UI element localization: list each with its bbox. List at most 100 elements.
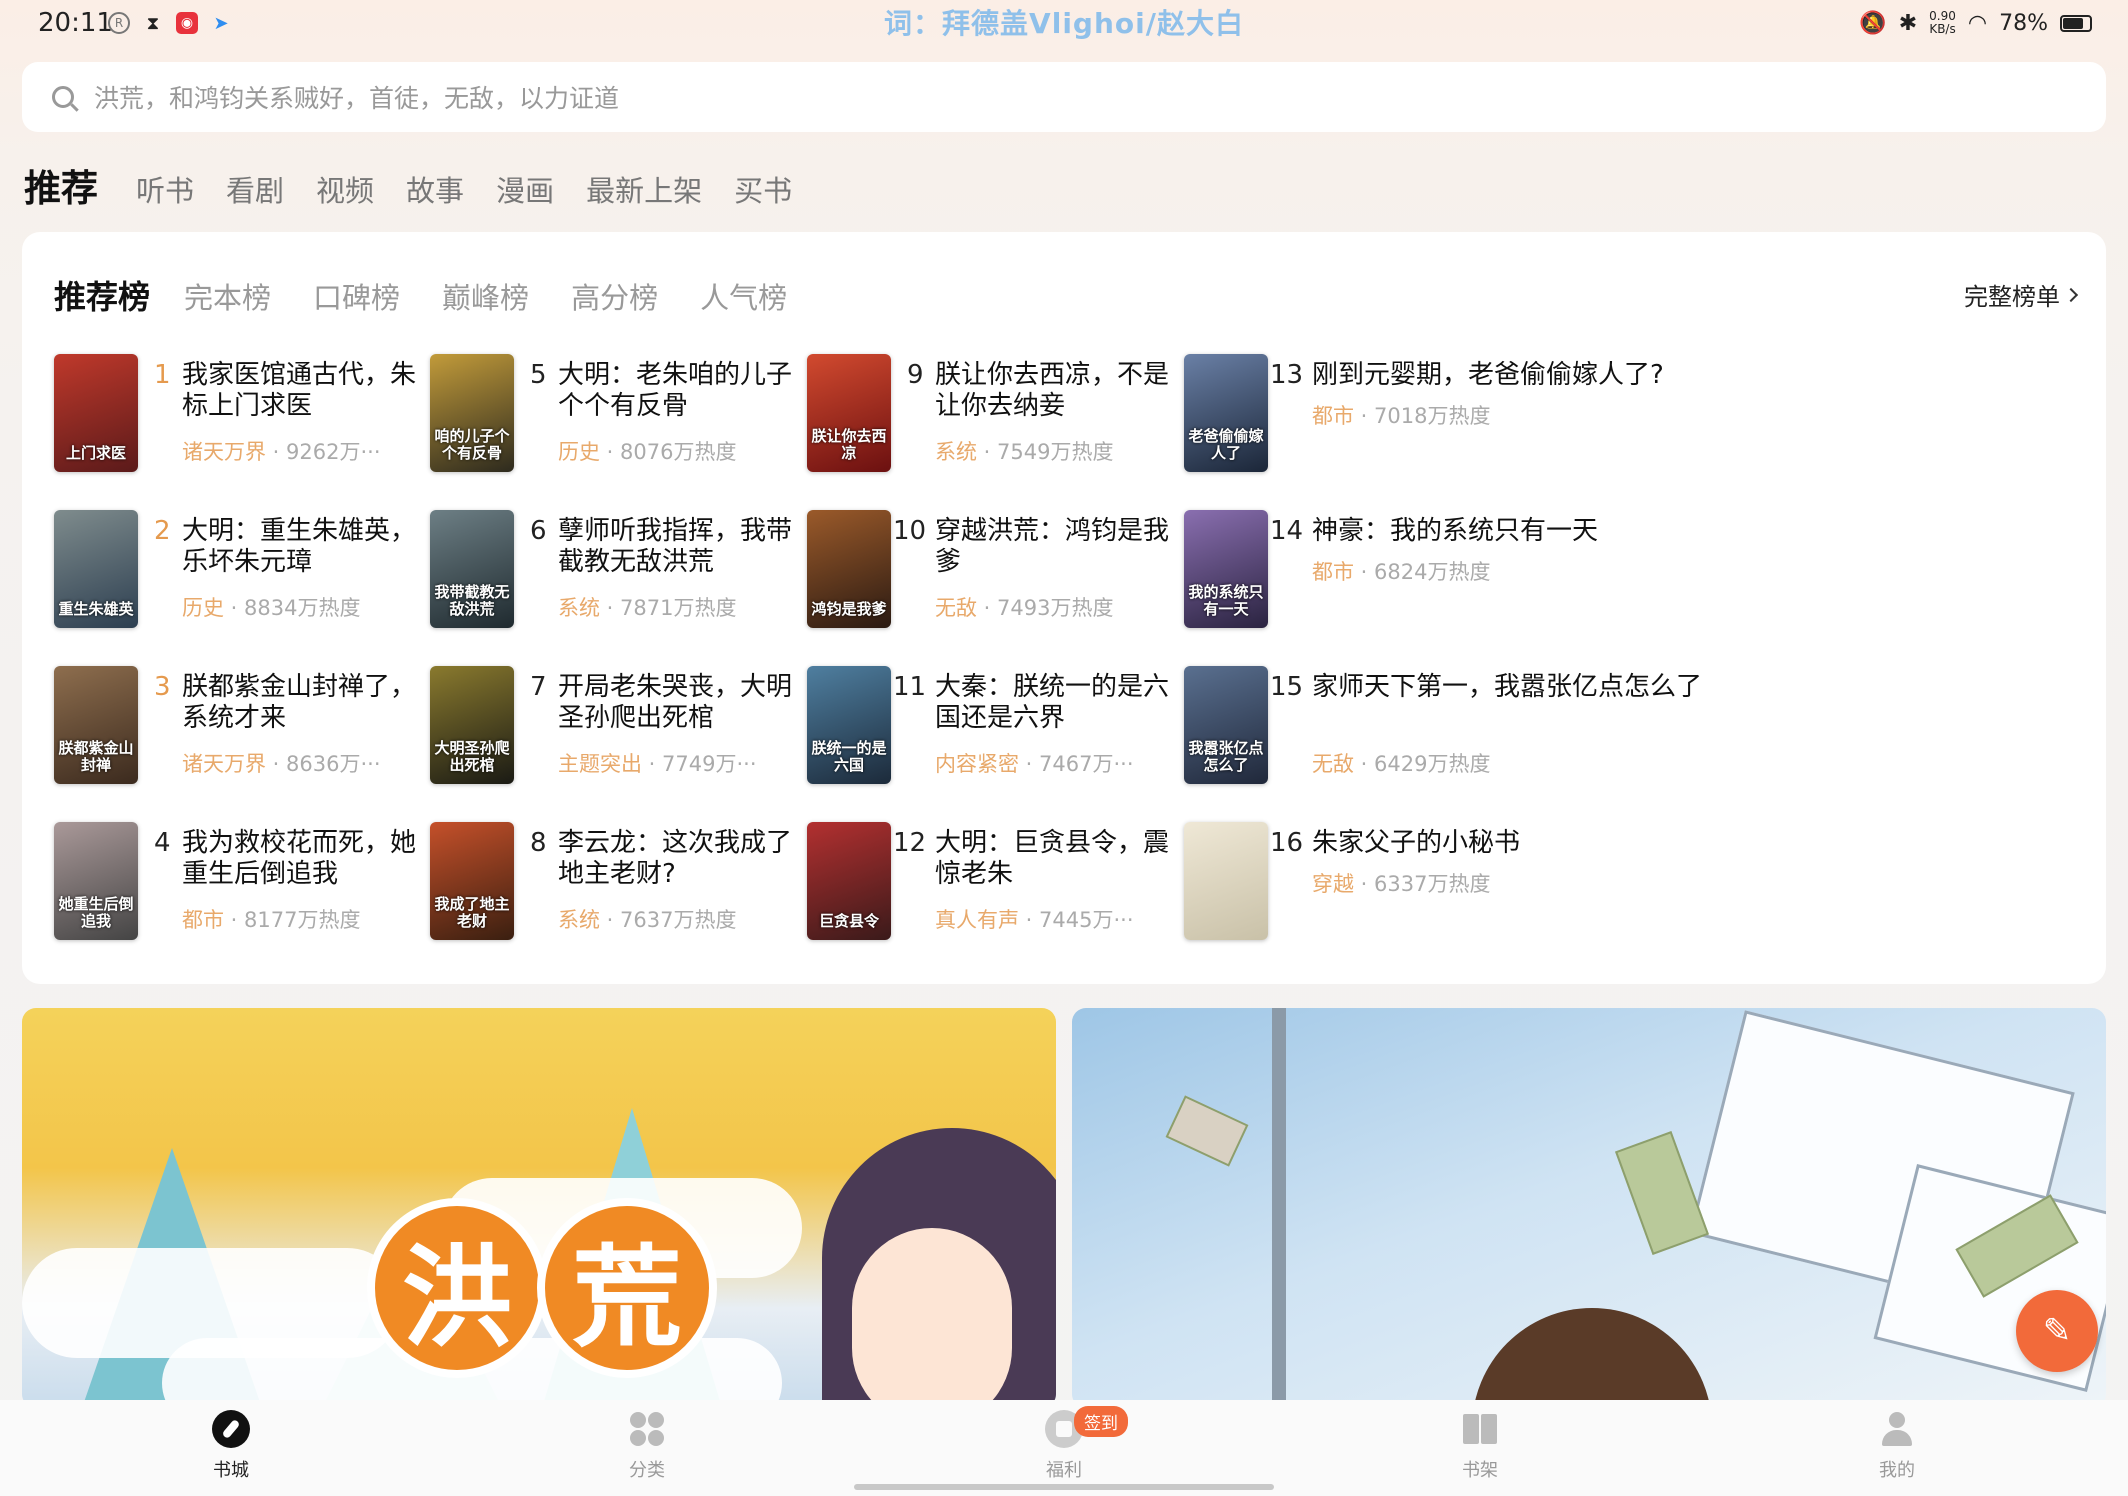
book-rank-number: 15 — [1270, 672, 1304, 702]
book-title: 朕都紫金山封禅了，系统才来 — [182, 672, 417, 733]
book-heat: · 6824万热度 — [1354, 560, 1491, 584]
book-meta: 诸天万界 · 9262万··· — [182, 436, 381, 466]
banner-city[interactable] — [1072, 1008, 2106, 1408]
book-title: 家师天下第一，我嚣张亿点怎么了 — [1312, 672, 1703, 702]
ranking-book-item[interactable]: 她重生后倒追我 4 我为救校花而死，她重生后倒追我 都市 · 8177万热度 — [54, 822, 416, 942]
book-rank-number: 11 — [893, 672, 927, 702]
tab-story[interactable]: 故事 — [406, 168, 464, 210]
ranking-book-item[interactable]: 巨贪县令 12 大明：巨贪县令，震惊老朱 真人有声 · 7445万··· — [807, 822, 1169, 942]
book-heat: · 8076万热度 — [600, 440, 737, 464]
book-tag: 都市 — [1312, 560, 1354, 584]
tab-recommend[interactable]: 推荐 — [24, 158, 98, 212]
ranking-book-item[interactable]: 我成了地主老财 8 李云龙：这次我成了地主老财? 系统 · 7637万热度 — [430, 822, 792, 942]
book-cover-title: 她重生后倒追我 — [58, 895, 134, 930]
book-tag: 都市 — [1312, 404, 1354, 428]
banner-title-char: 荒 — [537, 1198, 717, 1378]
banner-pole — [1272, 1008, 1286, 1408]
book-rank-number: 12 — [893, 828, 927, 858]
nav-profile[interactable]: 我的 — [1837, 1410, 1957, 1482]
book-cover: 重生朱雄英 — [54, 510, 138, 628]
ranking-book-item[interactable]: 朕统一的是六国 11 大秦：朕统一的是六国还是六界 内容紧密 · 7467万··· — [807, 666, 1169, 786]
book-cover-title: 重生朱雄英 — [58, 600, 134, 618]
ranking-book-item[interactable]: 我带截教无敌洪荒 6 孽师听我指挥，我带截教无敌洪荒 系统 · 7871万热度 — [430, 510, 792, 630]
ranking-book-item[interactable]: 朕让你去西凉 9 朕让你去西凉，不是让你去纳妾 系统 · 7549万热度 — [807, 354, 1169, 474]
book-heat: · 8177万热度 — [224, 908, 361, 932]
book-cover: 鸿钧是我爹 — [807, 510, 891, 628]
ranking-book-item[interactable]: 咱的儿子个个有反骨 5 大明：老朱咱的儿子个个有反骨 历史 · 8076万热度 — [430, 354, 792, 474]
book-cover: 她重生后倒追我 — [54, 822, 138, 940]
ranking-book-item[interactable]: 大明圣孙爬出死棺 7 开局老朱哭丧，大明圣孙爬出死棺 主题突出 · 7749万··· — [430, 666, 792, 786]
ranking-book-item[interactable]: 朕都紫金山封禅 3 朕都紫金山封禅了，系统才来 诸天万界 · 8636万··· — [54, 666, 416, 786]
tab-new-releases[interactable]: 最新上架 — [586, 168, 702, 210]
rank-tab-high-score[interactable]: 高分榜 — [571, 275, 658, 317]
book-tag: 系统 — [935, 440, 977, 464]
home-indicator[interactable] — [854, 1484, 1274, 1490]
book-heat: · 8834万热度 — [224, 596, 361, 620]
ranking-book-item[interactable]: 老爸偷偷嫁人了 13 刚到元婴期，老爸偷偷嫁人了? 都市 · 7018万热度 — [1184, 354, 1664, 474]
book-rank-number: 6 — [530, 516, 547, 546]
book-cover-title: 我成了地主老财 — [434, 895, 510, 930]
status-bar: 20:11 R ⧗ ◉ ➤ 词：拜德盖Vlighoi/赵大白 🔕 ✱ 0.90 … — [0, 0, 2128, 50]
battery-percent: 78% — [1999, 10, 2048, 36]
book-meta: 系统 · 7637万热度 — [558, 904, 736, 934]
ranking-book-item[interactable]: 上门求医 1 我家医馆通古代，朱标上门求医 诸天万界 · 9262万··· — [54, 354, 416, 474]
full-ranking-link[interactable]: 完整榜单 — [1964, 277, 2079, 312]
ranking-book-item[interactable]: 我的系统只有一天 14 神豪：我的系统只有一天 都市 · 6824万热度 — [1184, 510, 1598, 630]
rank-tab-completed[interactable]: 完本榜 — [184, 275, 271, 317]
book-tag: 都市 — [182, 908, 224, 932]
search-icon — [52, 86, 74, 108]
banner-title-char: 洪 — [367, 1198, 547, 1378]
ranking-tabs: 推荐榜 完本榜 口碑榜 巅峰榜 高分榜 人气榜 — [54, 272, 829, 318]
write-fab-button[interactable]: ✎ — [2016, 1290, 2098, 1372]
book-tag: 历史 — [558, 440, 600, 464]
rank-tab-reputation[interactable]: 口碑榜 — [313, 275, 400, 317]
tab-audiobook[interactable]: 听书 — [136, 168, 194, 210]
rank-tab-peak[interactable]: 巅峰榜 — [442, 275, 529, 317]
search-bar[interactable]: 洪荒，和鸿钧关系贼好，首徒，无敌，以力证道 — [22, 62, 2106, 132]
rank-tab-popularity[interactable]: 人气榜 — [700, 275, 787, 317]
book-rank-number: 16 — [1270, 828, 1304, 858]
book-heat: · 9262万··· — [266, 440, 381, 464]
tab-video[interactable]: 视频 — [316, 168, 374, 210]
nav-category[interactable]: 分类 — [587, 1410, 707, 1482]
search-placeholder: 洪荒，和鸿钧关系贼好，首徒，无敌，以力证道 — [94, 84, 620, 113]
bluetooth-icon: ✱ — [1898, 10, 1918, 36]
tab-buy-books[interactable]: 买书 — [734, 168, 792, 210]
book-heat: · 8636万··· — [266, 752, 381, 776]
book-tag: 内容紧密 — [935, 752, 1019, 776]
nav-bookstore[interactable]: 书城 — [171, 1410, 291, 1482]
nav-bookshelf[interactable]: 书架 — [1420, 1410, 1540, 1482]
book-meta: 历史 · 8834万热度 — [182, 592, 360, 622]
book-heat: · 7493万热度 — [977, 596, 1114, 620]
book-rank-number: 9 — [907, 360, 924, 390]
book-title: 我为救校花而死，她重生后倒追我 — [182, 828, 417, 889]
tab-drama[interactable]: 看剧 — [226, 168, 284, 210]
book-meta: 都市 · 7018万热度 — [1312, 400, 1490, 430]
book-rank-number: 3 — [154, 672, 171, 702]
pen-icon: ✎ — [2042, 1311, 2072, 1351]
book-cover-title: 鸿钧是我爹 — [811, 600, 887, 618]
status-right-icons: 🔕 ✱ 0.90 KB/s ◠ 78% — [1859, 10, 2092, 36]
book-tag: 诸天万界 — [182, 440, 266, 464]
book-rank-number: 1 — [154, 360, 171, 390]
banner-honghuang[interactable]: 洪 荒 — [22, 1008, 1056, 1408]
book-cover-title: 大明圣孙爬出死棺 — [434, 739, 510, 774]
book-cover-title: 巨贪县令 — [818, 912, 879, 930]
checkin-badge[interactable]: 签到 — [1074, 1406, 1128, 1437]
net-speed: 0.90 KB/s — [1929, 9, 1956, 36]
book-meta: 真人有声 · 7445万··· — [935, 904, 1134, 934]
book-heat: · 7749万··· — [642, 752, 757, 776]
book-meta: 历史 · 8076万热度 — [558, 436, 736, 466]
bookshelf-icon — [1461, 1410, 1499, 1448]
tab-comic[interactable]: 漫画 — [496, 168, 554, 210]
book-cover-title: 我嚣张亿点怎么了 — [1188, 739, 1264, 774]
rank-tab-recommend[interactable]: 推荐榜 — [54, 272, 150, 318]
book-meta: 无敌 · 7493万热度 — [935, 592, 1113, 622]
ranking-book-item[interactable]: 鸿钧是我爹 10 穿越洪荒：鸿钧是我爹 无敌 · 7493万热度 — [807, 510, 1169, 630]
battery-fill — [2063, 17, 2084, 29]
book-cover: 老爸偷偷嫁人了 — [1184, 354, 1268, 472]
ranking-book-item[interactable]: 我嚣张亿点怎么了 15 家师天下第一，我嚣张亿点怎么了 无敌 · 6429万热度 — [1184, 666, 1702, 786]
ranking-book-item[interactable]: 16 朱家父子的小秘书 穿越 · 6337万热度 — [1184, 822, 1544, 942]
ranking-book-item[interactable]: 重生朱雄英 2 大明：重生朱雄英，乐坏朱元璋 历史 · 8834万热度 — [54, 510, 416, 630]
book-tag: 主题突出 — [558, 752, 642, 776]
